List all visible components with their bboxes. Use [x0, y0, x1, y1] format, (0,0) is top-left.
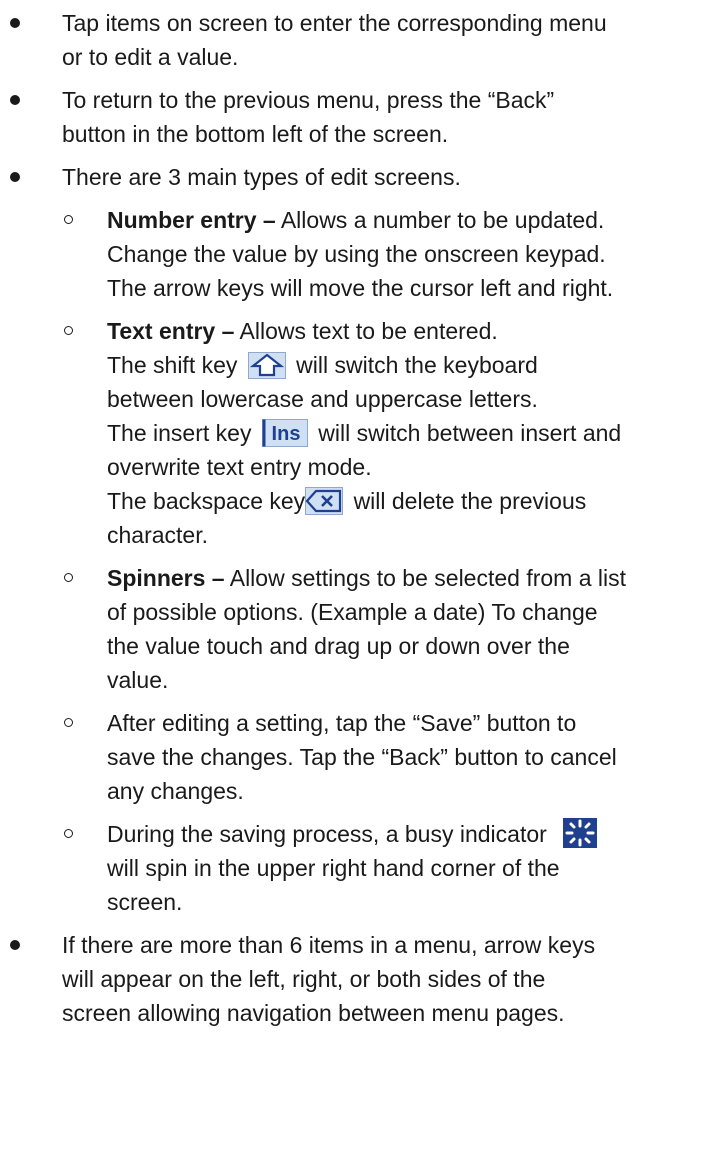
term-number-entry: Number entry –	[107, 207, 276, 233]
text-segment: The backspace key	[107, 488, 306, 514]
insert-key-label: Ins	[271, 423, 300, 445]
bullet-item-return-menu: To return to the previous menu, press th…	[0, 83, 712, 151]
bullet-item-tap-items: Tap items on screen to enter the corresp…	[0, 6, 712, 74]
text-line: will spin in the upper right hand corner…	[107, 855, 560, 881]
text-line: After editing a setting, tap the “Save” …	[107, 710, 577, 736]
circle-bullet	[64, 573, 73, 582]
text-segment: The insert key	[107, 420, 252, 446]
text-line: the value touch and drag up or down over…	[107, 633, 570, 659]
text-segment: During the saving process, a busy indica…	[107, 821, 547, 847]
text-line: any changes.	[107, 778, 244, 804]
term-text-entry: Text entry –	[107, 318, 235, 344]
subitem-number-entry: Number entry – Allows a number to be upd…	[62, 203, 704, 305]
bullet-dot	[10, 95, 20, 105]
text-line: The arrow keys will move the cursor left…	[107, 275, 614, 301]
text-line: button in the bottom left of the screen.	[62, 121, 449, 147]
text-line: Tap items on screen to enter the corresp…	[62, 10, 607, 36]
text-line: screen allowing navigation between menu …	[62, 1000, 565, 1026]
text-line: There are 3 main types of edit screens.	[62, 164, 461, 190]
text-line: If there are more than 6 items in a menu…	[62, 932, 596, 958]
instructions-document: Tap items on screen to enter the corresp…	[0, 6, 712, 1039]
circle-bullet	[64, 215, 73, 224]
text-line: To return to the previous menu, press th…	[62, 87, 555, 113]
subitem-spinners: Spinners – Allow settings to be selected…	[62, 561, 704, 697]
text-segment: will switch between insert and	[318, 420, 622, 446]
text-line: or to edit a value.	[62, 44, 239, 70]
term-spinners: Spinners –	[107, 565, 225, 591]
bullet-item-arrow-keys: If there are more than 6 items in a menu…	[0, 928, 712, 1030]
main-bullet-list: Tap items on screen to enter the corresp…	[0, 6, 712, 1030]
text-line: of possible options. (Example a date) To…	[107, 599, 598, 625]
text-segment: will delete the previous	[353, 488, 587, 514]
busy-indicator-icon	[563, 818, 598, 848]
text-line: will appear on the left, right, or both …	[62, 966, 546, 992]
text-line: between lowercase and uppercase letters.	[107, 386, 538, 412]
circle-bullet	[64, 326, 73, 335]
text-line: screen.	[107, 889, 183, 915]
subitem-save-changes: After editing a setting, tap the “Save” …	[62, 706, 704, 808]
subitem-busy-indicator: During the saving process, a busy indica…	[62, 817, 704, 919]
text-segment: Allow settings to be selected from a lis…	[224, 565, 627, 591]
bullet-item-edit-screens: There are 3 main types of edit screens. …	[0, 160, 712, 919]
subitem-text-entry: Text entry – Allows text to be entered. …	[62, 314, 704, 552]
text-line: value.	[107, 667, 169, 693]
bullet-dot	[10, 172, 20, 182]
text-segment: Allows a number to be updated.	[275, 207, 605, 233]
circle-bullet	[64, 718, 73, 727]
edit-screen-types-list: Number entry – Allows a number to be upd…	[62, 203, 704, 919]
text-line: character.	[107, 522, 208, 548]
backspace-key-icon	[305, 487, 344, 515]
text-segment: Allows text to be entered.	[234, 318, 498, 344]
circle-bullet	[64, 829, 73, 838]
text-line: overwrite text entry mode.	[107, 454, 372, 480]
text-segment: The shift key	[107, 352, 238, 378]
shift-key-icon	[247, 352, 286, 379]
text-segment: will switch the keyboard	[296, 352, 538, 378]
text-line: save the changes. Tap the “Back” button …	[107, 744, 617, 770]
bullet-dot	[10, 18, 20, 28]
text-line: Change the value by using the onscreen k…	[107, 241, 606, 267]
insert-key-icon: Ins	[261, 419, 308, 447]
bullet-dot	[10, 940, 20, 950]
